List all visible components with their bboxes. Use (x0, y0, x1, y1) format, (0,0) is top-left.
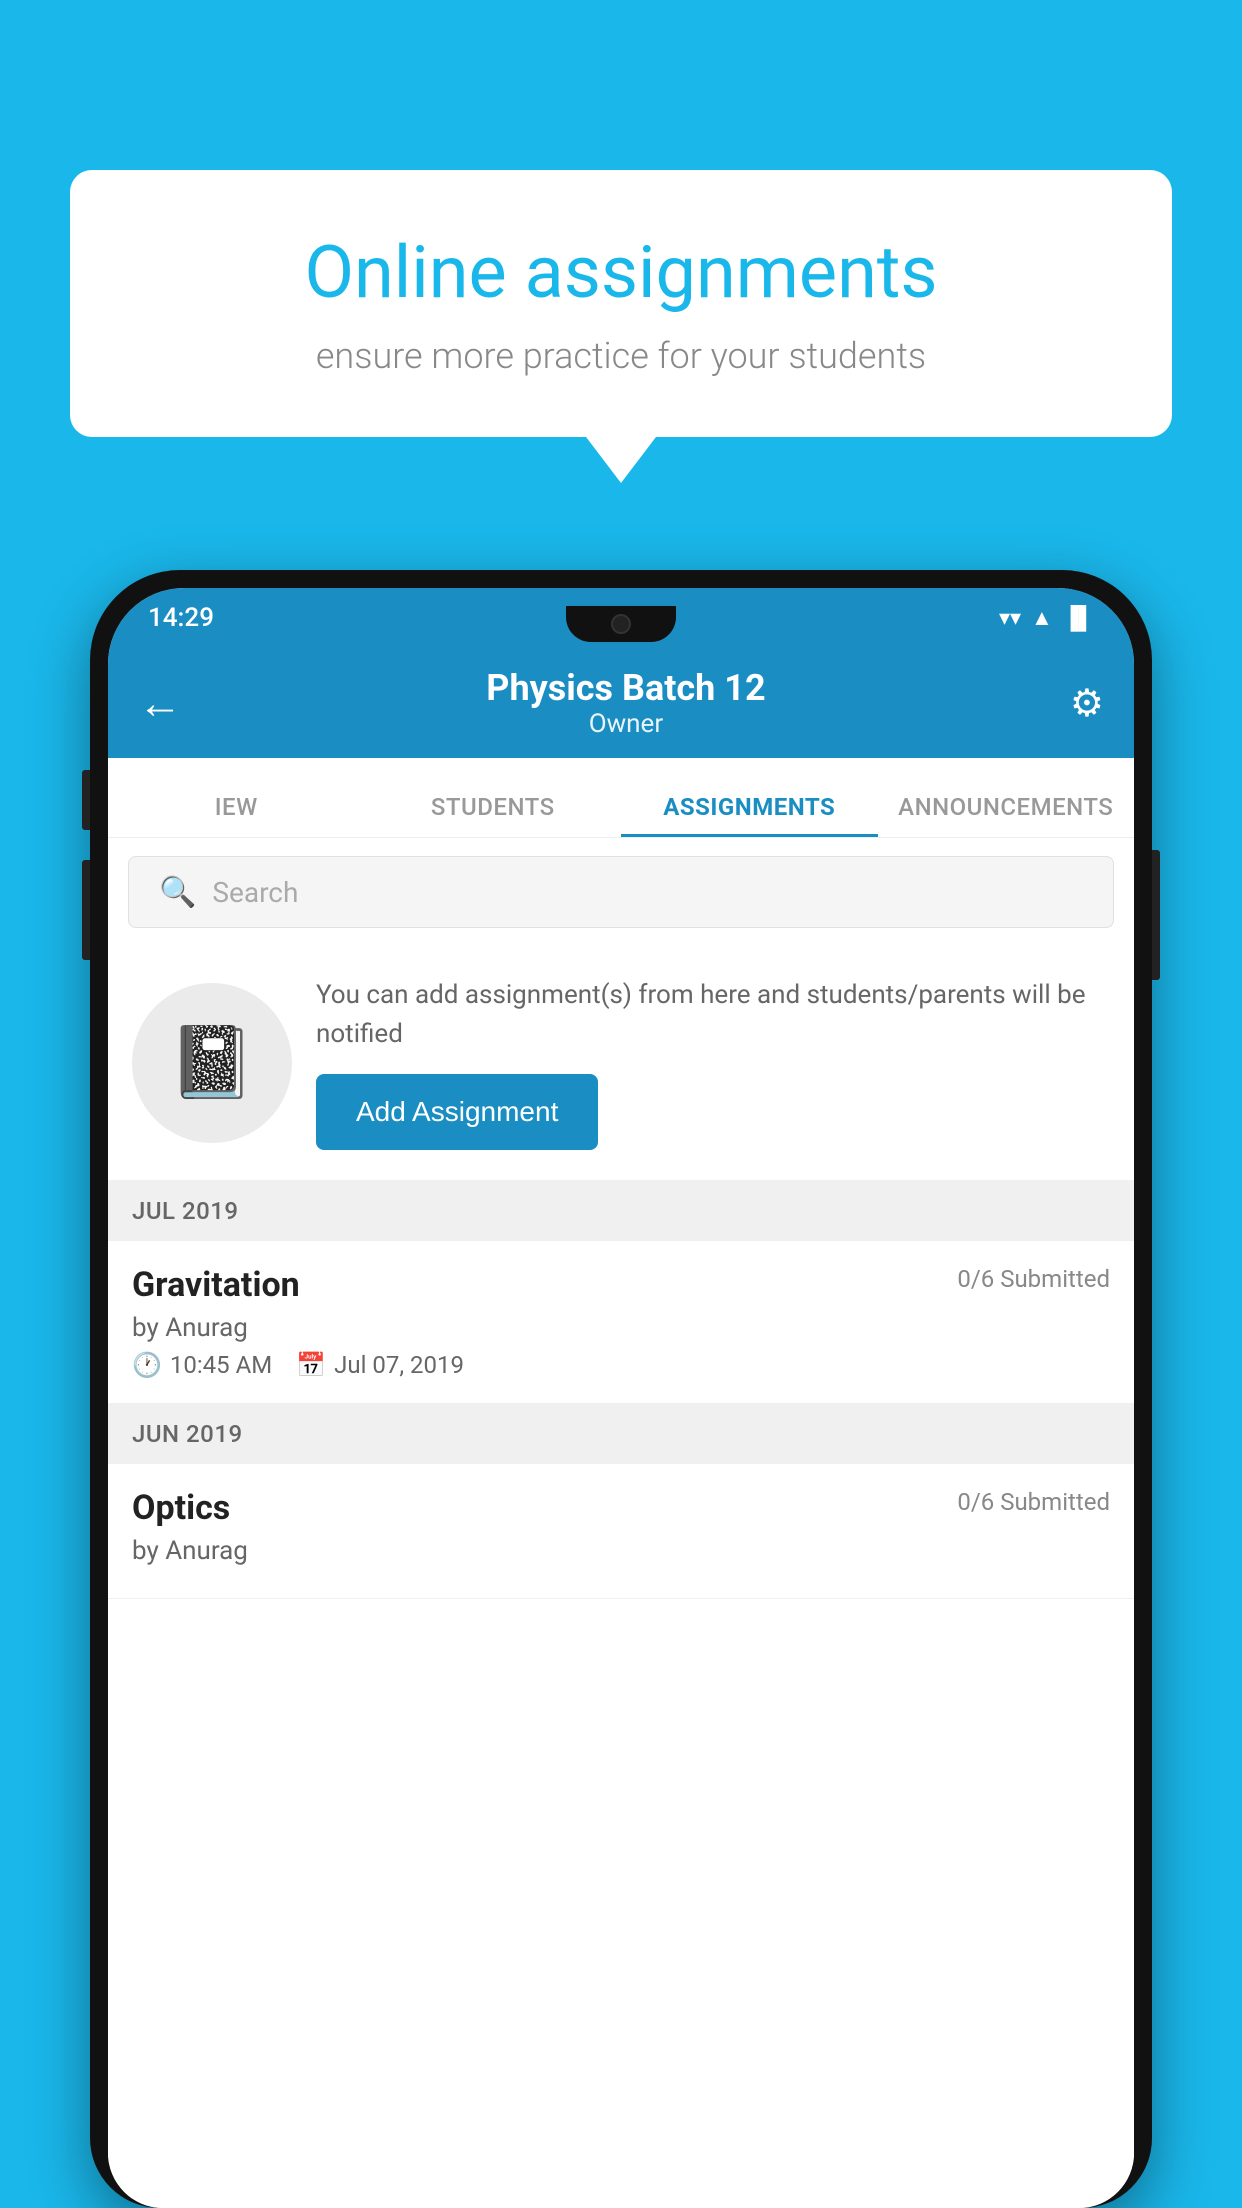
assignment-author-optics: by Anurag (132, 1536, 1110, 1566)
app-header: ← Physics Batch 12 Owner ⚙ (108, 648, 1134, 758)
assignment-submitted-gravitation: 0/6 Submitted (957, 1265, 1110, 1293)
content-area: 🔍 Search 📓 You can add assignment(s) fro… (108, 838, 1134, 2208)
clock-icon: 🕐 (132, 1351, 162, 1379)
tab-assignments[interactable]: ASSIGNMENTS (621, 793, 878, 837)
phone-frame: 14:29 ▾▾ ▲ ▐▌ ← Physics Batch 12 Owner ⚙… (90, 570, 1152, 2208)
status-icons: ▾▾ ▲ ▐▌ (999, 605, 1094, 631)
phone-screen: 14:29 ▾▾ ▲ ▐▌ ← Physics Batch 12 Owner ⚙… (108, 588, 1134, 2208)
header-title: Physics Batch 12 (486, 667, 765, 709)
header-subtitle: Owner (486, 709, 765, 739)
speech-bubble: Online assignments ensure more practice … (70, 170, 1172, 437)
power-button[interactable] (1152, 850, 1160, 980)
volume-up-button[interactable] (82, 770, 90, 830)
search-container: 🔍 Search (108, 838, 1134, 946)
phone-notch (566, 606, 676, 642)
assignment-optics[interactable]: Optics 0/6 Submitted by Anurag (108, 1464, 1134, 1599)
assignment-meta-gravitation: 🕐 10:45 AM 📅 Jul 07, 2019 (132, 1351, 1110, 1379)
signal-icon: ▲ (1031, 605, 1053, 631)
promo-content: You can add assignment(s) from here and … (316, 976, 1110, 1150)
assignment-author-gravitation: by Anurag (132, 1313, 1110, 1343)
assignment-row-top-optics: Optics 0/6 Submitted (132, 1488, 1110, 1528)
assignment-gravitation[interactable]: Gravitation 0/6 Submitted by Anurag 🕐 10… (108, 1241, 1134, 1404)
speech-bubble-title: Online assignments (140, 230, 1102, 315)
promo-icon-circle: 📓 (132, 983, 292, 1143)
battery-icon: ▐▌ (1063, 605, 1094, 631)
promo-description: You can add assignment(s) from here and … (316, 976, 1110, 1054)
tab-iew[interactable]: IEW (108, 793, 365, 837)
speech-bubble-wrapper: Online assignments ensure more practice … (70, 170, 1172, 437)
wifi-icon: ▾▾ (999, 606, 1021, 631)
search-placeholder: Search (212, 876, 298, 909)
assignment-time-gravitation: 🕐 10:45 AM (132, 1351, 272, 1379)
tab-announcements[interactable]: ANNOUNCEMENTS (878, 793, 1135, 837)
settings-icon[interactable]: ⚙ (1070, 681, 1104, 726)
status-time: 14:29 (148, 603, 214, 633)
header-title-group: Physics Batch 12 Owner (486, 667, 765, 739)
assignment-date-gravitation: 📅 Jul 07, 2019 (296, 1351, 464, 1379)
section-header-jun: JUN 2019 (108, 1404, 1134, 1464)
volume-down-button[interactable] (82, 860, 90, 960)
search-bar[interactable]: 🔍 Search (128, 856, 1114, 928)
calendar-icon: 📅 (296, 1351, 326, 1379)
section-header-jul: JUL 2019 (108, 1181, 1134, 1241)
front-camera (611, 614, 631, 634)
assignment-row-top: Gravitation 0/6 Submitted (132, 1265, 1110, 1305)
tab-students[interactable]: STUDENTS (365, 793, 622, 837)
tabs-bar: IEW STUDENTS ASSIGNMENTS ANNOUNCEMENTS (108, 758, 1134, 838)
search-icon: 🔍 (159, 875, 196, 910)
promo-section: 📓 You can add assignment(s) from here an… (108, 946, 1134, 1181)
assignment-submitted-optics: 0/6 Submitted (957, 1488, 1110, 1516)
assignment-title-gravitation: Gravitation (132, 1265, 300, 1305)
speech-bubble-subtitle: ensure more practice for your students (140, 335, 1102, 377)
add-assignment-button[interactable]: Add Assignment (316, 1074, 598, 1150)
assignment-title-optics: Optics (132, 1488, 230, 1528)
back-button[interactable]: ← (138, 677, 182, 729)
notebook-icon: 📓 (168, 1022, 255, 1104)
